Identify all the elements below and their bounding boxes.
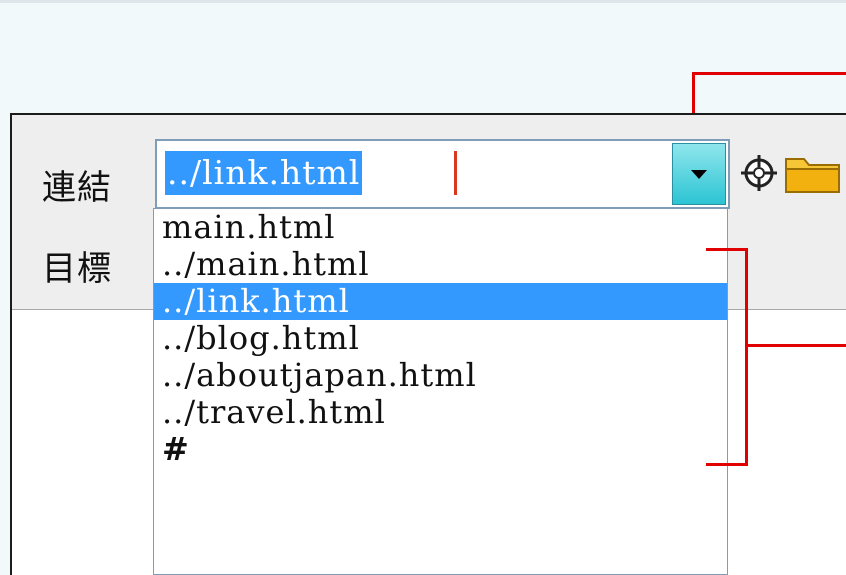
crosshair-target-icon[interactable] xyxy=(739,153,779,193)
callout-bracket-bottom xyxy=(706,463,748,466)
callout-bracket-pointer xyxy=(745,344,846,347)
callout-bracket-top xyxy=(706,248,748,251)
target-label: 目標 xyxy=(42,249,112,289)
callout-line-arrow-horizontal xyxy=(692,72,846,75)
text-cursor xyxy=(454,151,457,195)
dropdown-option-main[interactable]: main.html xyxy=(154,209,727,246)
window-top-border xyxy=(0,0,846,3)
folder-icon[interactable] xyxy=(783,151,843,195)
link-dropdown-button[interactable] xyxy=(672,143,726,205)
dropdown-option-travel[interactable]: ../travel.html xyxy=(154,394,727,431)
chevron-down-icon xyxy=(691,170,707,179)
dropdown-option-link-selected[interactable]: ../link.html xyxy=(154,283,727,320)
link-input-value[interactable]: ../link.html xyxy=(165,151,363,195)
callout-bracket-vertical xyxy=(745,248,748,466)
dropdown-option-hash[interactable]: # xyxy=(154,431,727,468)
dropdown-option-blog[interactable]: ../blog.html xyxy=(154,320,727,357)
dropdown-option-aboutjapan[interactable]: ../aboutjapan.html xyxy=(154,357,727,394)
link-combo-input[interactable]: ../link.html xyxy=(155,139,730,209)
dropdown-option-parent-main[interactable]: ../main.html xyxy=(154,246,727,283)
link-dropdown-list: main.html ../main.html ../link.html ../b… xyxy=(153,208,728,575)
link-label: 連結 xyxy=(42,168,112,208)
